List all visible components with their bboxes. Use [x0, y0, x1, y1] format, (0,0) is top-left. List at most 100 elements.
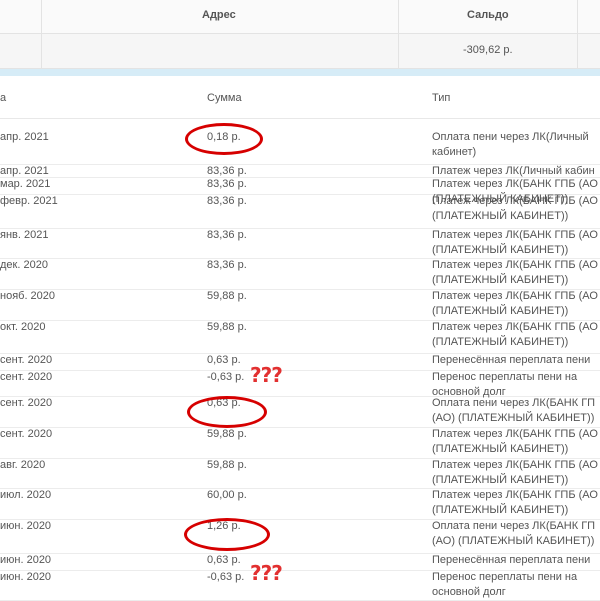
- table-row[interactable]: окт. 2020 59,88 р. Платеж через ЛК(БАНК ГП…: [0, 320, 600, 354]
- payment-type-line: Платеж через ЛК(БАНК ГПБ (АО: [432, 259, 598, 271]
- table-row[interactable]: дек. 2020 83,36 р. Платеж через ЛК(БАНК ГП…: [0, 258, 600, 290]
- payment-date: окт. 2020: [0, 321, 46, 333]
- table-row[interactable]: сент. 2020 0,63 р. Перенесённая переплата …: [0, 353, 600, 371]
- payment-type-line: (ПЛАТЕЖНЫЙ КАБИНЕТ)): [432, 474, 569, 486]
- payment-type-line: Перенос переплаты пени на: [432, 371, 578, 383]
- payment-type-line: (ПЛАТЕЖНЫЙ КАБИНЕТ)): [432, 244, 569, 256]
- payment-date: июн. 2020: [0, 571, 52, 583]
- date-column-header: а: [0, 92, 7, 104]
- payment-type-line: кабинет): [432, 146, 477, 158]
- payment-type-line: Оплата пени через ЛК(БАНК ГП: [432, 397, 596, 409]
- sum-column-header: Сумма: [207, 92, 242, 104]
- payment-type-line: основной долг: [432, 586, 506, 598]
- highlight-circle: [185, 123, 263, 155]
- table-row[interactable]: янв. 2021 83,36 р. Платеж через ЛК(БАНК ГП…: [0, 228, 600, 259]
- payment-type-line: Оплата пени через ЛК(БАНК ГП: [432, 520, 596, 532]
- payment-type-line: Платеж через ЛК(БАНК ГПБ (АО: [432, 489, 598, 501]
- payment-sum: 59,88 р.: [207, 459, 247, 471]
- payment-type-line: Платеж через ЛК(БАНК ГПБ (АО: [432, 459, 598, 471]
- payment-sum: -0,63 р.: [207, 371, 245, 383]
- payment-type-line: Перенесённая переплата пени: [432, 354, 591, 366]
- payment-type-line: Платеж через ЛК(БАНК ГПБ (АО: [432, 321, 598, 333]
- payment-date: сент. 2020: [0, 354, 53, 366]
- question-marks: ???: [250, 363, 283, 387]
- table-row[interactable]: июн. 2020 1,26 р. Оплата пени через ЛК(БАН…: [0, 519, 600, 554]
- table-row[interactable]: июл. 2020 60,00 р. Платеж через ЛК(БАНК ГП…: [0, 488, 600, 520]
- payment-type: Перенос переплаты пени на основной долг: [432, 570, 577, 600]
- payment-date: сент. 2020: [0, 371, 53, 383]
- payment-type: Платеж через ЛК(БАНК ГПБ (АО (ПЛАТЕЖНЫЙ К…: [432, 458, 598, 488]
- payment-date: нояб. 2020: [0, 290, 56, 302]
- table-row[interactable]: сент. 2020 -0,63 р. Перенос переплаты пени…: [0, 370, 600, 398]
- payment-type: Платеж через ЛК(БАНК ГПБ (АО (ПЛАТЕЖНЫЙ К…: [432, 194, 598, 224]
- payment-sum: 0,63 р.: [207, 554, 241, 566]
- balance-column-header: Сальдо: [467, 9, 509, 21]
- payment-type: Оплата пени через ЛК(Личный кабинет): [432, 130, 589, 160]
- table-row[interactable]: февр. 2021 83,36 р. Платеж через ЛК(БАНК Г…: [0, 194, 600, 229]
- accounts-table-header: Адрес Сальдо: [0, 0, 600, 34]
- payment-type: Платеж через ЛК(БАНК ГПБ (АО (ПЛАТЕЖНЫЙ К…: [432, 488, 598, 518]
- table-row[interactable]: сент. 2020 59,88 р. Платеж через ЛК(БАНК Г…: [0, 427, 600, 459]
- table-row[interactable]: мар. 2021 83,36 р. Платеж через ЛК(БАНК ГП…: [0, 177, 600, 205]
- payment-date: апр. 2021: [0, 131, 49, 143]
- address-column-header: Адрес: [202, 9, 236, 21]
- payment-sum: 83,36 р.: [207, 178, 247, 190]
- payment-type-line: Оплата пени через ЛК(Личный: [432, 131, 589, 143]
- payment-type-line: Платеж через ЛК(БАНК ГПБ (АО: [432, 178, 598, 190]
- table-row[interactable]: авг. 2020 59,88 р. Платеж через ЛК(БАНК ГП…: [0, 458, 600, 489]
- payment-sum: 59,88 р.: [207, 428, 247, 440]
- payment-type-line: (ПЛАТЕЖНЫЙ КАБИНЕТ)): [432, 305, 569, 317]
- payment-sum: -0,63 р.: [207, 571, 245, 583]
- table-row[interactable]: июн. 2020 0,63 р. Перенесённая переплата п…: [0, 553, 600, 571]
- accounts-table-row[interactable]: -309,62 р.: [0, 34, 600, 69]
- payment-type-line: Перенос переплаты пени на: [432, 571, 578, 583]
- payment-type-line: (ПЛАТЕЖНЫЙ КАБИНЕТ)): [432, 210, 569, 222]
- payment-date: июн. 2020: [0, 520, 52, 532]
- payment-type-line: (ПЛАТЕЖНЫЙ КАБИНЕТ)): [432, 274, 569, 286]
- payment-sum: 59,88 р.: [207, 290, 247, 302]
- payment-sum: 0,63 р.: [207, 354, 241, 366]
- payment-type: Платеж через ЛК(БАНК ГПБ (АО (ПЛАТЕЖНЫЙ К…: [432, 228, 598, 258]
- payment-type-line: Перенесённая переплата пени: [432, 554, 591, 566]
- balance-value: -309,62 р.: [463, 44, 513, 56]
- payment-date: июл. 2020: [0, 489, 52, 501]
- payment-sum: 60,00 р.: [207, 489, 247, 501]
- payment-type-line: (ПЛАТЕЖНЫЙ КАБИНЕТ)): [432, 336, 569, 348]
- question-marks: ???: [250, 561, 283, 585]
- payment-type-line: Платеж через ЛК(БАНК ГПБ (АО: [432, 290, 598, 302]
- payment-date: сент. 2020: [0, 397, 53, 409]
- payment-date: февр. 2021: [0, 195, 58, 207]
- payment-type: Платеж через ЛК(БАНК ГПБ (АО (ПЛАТЕЖНЫЙ К…: [432, 427, 598, 457]
- payment-type-line: (АО) (ПЛАТЕЖНЫЙ КАБИНЕТ)): [432, 412, 595, 424]
- table-row[interactable]: апр. 2021 83,36 р. Платеж через ЛК(Личный …: [0, 164, 600, 178]
- payment-type-line: (ПЛАТЕЖНЫЙ КАБИНЕТ)): [432, 443, 569, 455]
- payment-type: Перенесённая переплата пени: [432, 353, 590, 368]
- payment-date: мар. 2021: [0, 178, 51, 190]
- payment-type: Перенесённая переплата пени: [432, 553, 590, 568]
- table-row[interactable]: сент. 2020 0,63 р. Оплата пени через ЛК(БА…: [0, 396, 600, 428]
- history-table-header: а Сумма Тип: [0, 76, 600, 119]
- highlight-circle: [184, 518, 270, 551]
- payment-type: Платеж через ЛК(БАНК ГПБ (АО (ПЛАТЕЖНЫЙ К…: [432, 258, 598, 288]
- table-row[interactable]: июн. 2020 -0,63 р. Перенос переплаты пени …: [0, 570, 600, 601]
- payment-type-line: (АО) (ПЛАТЕЖНЫЙ КАБИНЕТ)): [432, 535, 595, 547]
- payment-type: Оплата пени через ЛК(БАНК ГП (АО) (ПЛАТЕЖ…: [432, 396, 595, 426]
- payment-date: июн. 2020: [0, 554, 52, 566]
- payment-sum: 83,36 р.: [207, 229, 247, 241]
- table-row[interactable]: нояб. 2020 59,88 р. Платеж через ЛК(БАНК Г…: [0, 289, 600, 321]
- type-column-header: Тип: [432, 92, 451, 104]
- payment-type-line: Платеж через ЛК(БАНК ГПБ (АО: [432, 428, 598, 440]
- payment-date: янв. 2021: [0, 229, 49, 241]
- payment-type-line: (ПЛАТЕЖНЫЙ КАБИНЕТ)): [432, 504, 569, 516]
- payment-sum: 59,88 р.: [207, 321, 247, 333]
- payment-date: сент. 2020: [0, 428, 53, 440]
- payment-date: дек. 2020: [0, 259, 48, 271]
- payment-type: Платеж через ЛК(БАНК ГПБ (АО (ПЛАТЕЖНЫЙ К…: [432, 289, 598, 319]
- payment-type: Оплата пени через ЛК(БАНК ГП (АО) (ПЛАТЕЖ…: [432, 519, 595, 549]
- table-row[interactable]: апр. 2021 0,18 р. Оплата пени через ЛК(Лич…: [0, 121, 600, 165]
- payment-date: авг. 2020: [0, 459, 46, 471]
- payment-sum: 83,36 р.: [207, 259, 247, 271]
- payment-type-line: Платеж через ЛК(БАНК ГПБ (АО: [432, 229, 598, 241]
- highlight-circle: [187, 396, 267, 428]
- section-divider: [0, 69, 600, 76]
